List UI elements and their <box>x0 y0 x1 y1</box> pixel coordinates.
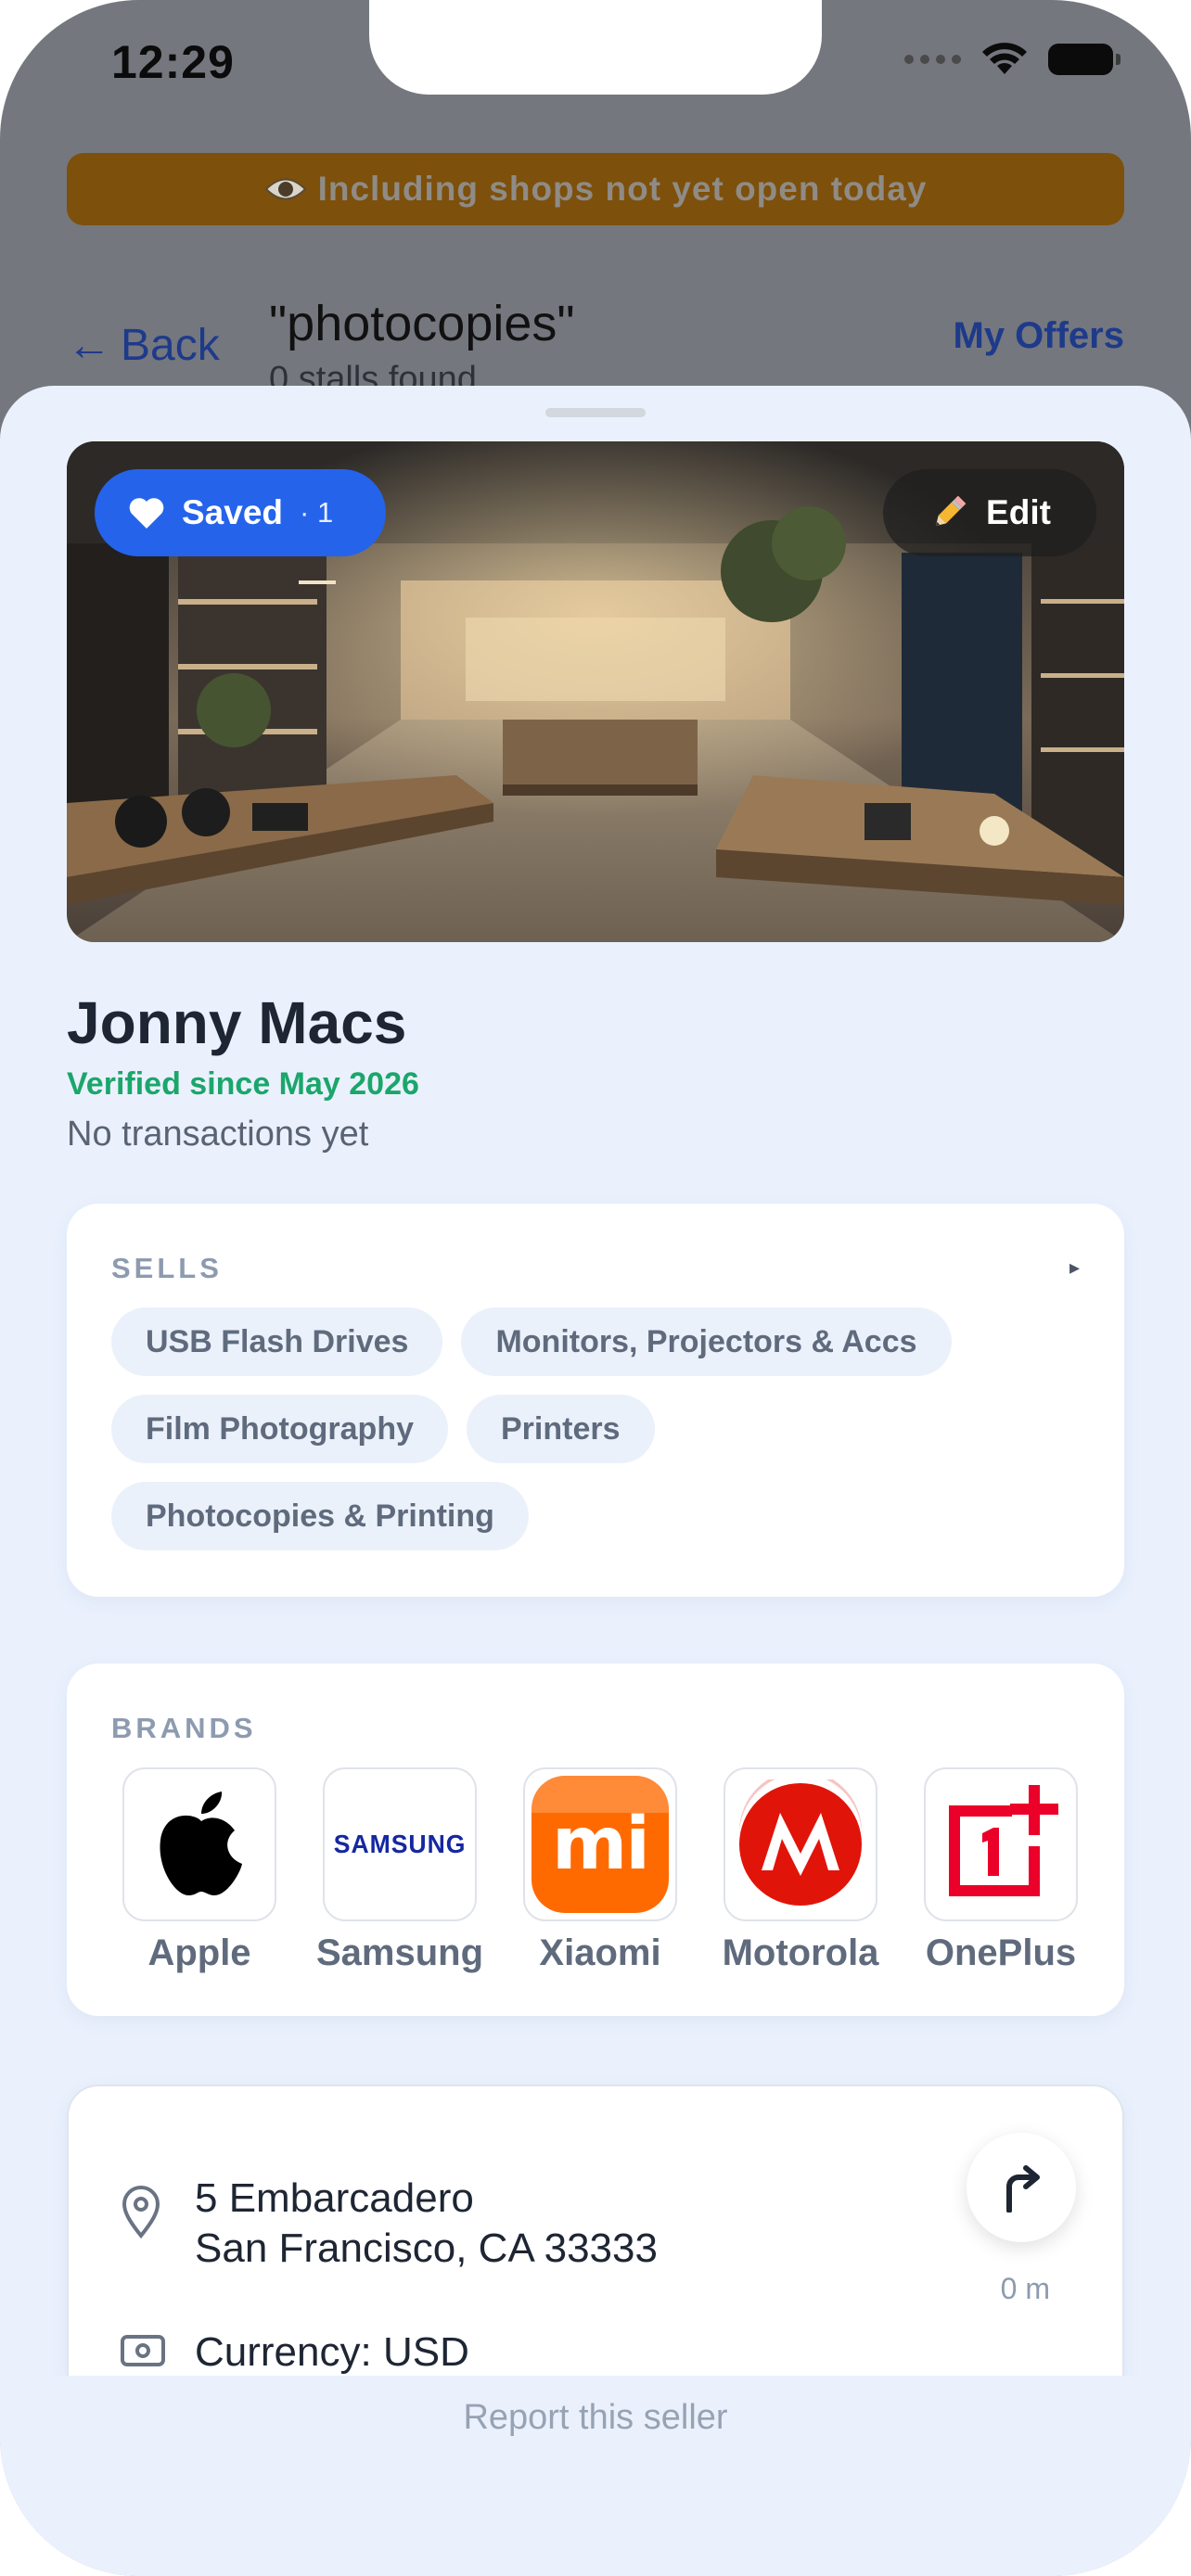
oneplus-logo-icon <box>924 1767 1078 1921</box>
verified-status: Verified since May 2026 <box>67 1066 419 1102</box>
category-chip[interactable]: USB Flash Drives <box>111 1307 443 1376</box>
directions-button[interactable] <box>967 2133 1076 2242</box>
turn-right-arrow-icon <box>1006 2165 1040 2213</box>
map-pin-icon <box>122 2186 160 2238</box>
brand-name: Samsung <box>315 1932 484 1973</box>
brands-label: BRANDS <box>111 1712 257 1744</box>
cash-icon <box>121 2335 165 2366</box>
sells-card[interactable]: SELLS ▸ USB Flash Drives Monitors, Proje… <box>67 1204 1124 1597</box>
battery-icon <box>1048 44 1121 75</box>
xiaomi-logo-text: mi <box>551 1803 650 1886</box>
status-time: 12:29 <box>111 36 235 88</box>
xiaomi-logo-icon: mi <box>523 1767 677 1921</box>
brand-name: Motorola <box>722 1932 879 1973</box>
brand-xiaomi[interactable]: mi Xiaomi <box>523 1767 677 1974</box>
shop-name: Jonny Macs <box>67 989 407 1056</box>
open-shops-banner: Including shops not yet open today <box>67 153 1124 225</box>
device-notch <box>369 0 822 95</box>
search-query-title: "photocopies" <box>269 296 575 351</box>
brand-motorola[interactable]: Motorola <box>722 1767 879 1974</box>
back-button[interactable]: ← Back <box>67 320 220 371</box>
expand-arrow-icon[interactable]: ▸ <box>1069 1256 1080 1280</box>
signal-icon <box>904 55 961 64</box>
brands-card: BRANDS Apple SAMSUNG Samsung mi Xiaomi M… <box>67 1664 1124 2016</box>
category-chips: USB Flash Drives Monitors, Projectors & … <box>111 1307 1080 1550</box>
phone-screen: 12:29 Including shops not yet open today… <box>0 0 1191 2576</box>
brand-apple[interactable]: Apple <box>122 1767 276 1974</box>
shop-photo: Saved · 1 Edit <box>67 441 1124 942</box>
transactions-status: No transactions yet <box>67 1115 369 1154</box>
category-chip[interactable]: Printers <box>467 1395 655 1463</box>
category-chip[interactable]: Monitors, Projectors & Accs <box>461 1307 952 1376</box>
brand-oneplus[interactable]: OnePlus <box>924 1767 1078 1974</box>
brand-name: Xiaomi <box>539 1932 661 1973</box>
brand-samsung[interactable]: SAMSUNG Samsung <box>316 1767 483 1974</box>
status-icons <box>904 43 1121 76</box>
brand-name: Apple <box>147 1932 251 1973</box>
sheet-grabber[interactable] <box>545 408 646 417</box>
address-line-2[interactable]: San Francisco, CA 33333 <box>195 2225 658 2272</box>
address-line-1[interactable]: 5 Embarcadero <box>195 2175 474 2222</box>
edit-button[interactable]: Edit <box>883 469 1096 556</box>
saved-button[interactable]: Saved · 1 <box>95 469 386 556</box>
shop-detail-sheet: Saved · 1 Edit Jonny Macs Verified since… <box>0 386 1191 2576</box>
report-seller-link[interactable]: Report this seller <box>0 2398 1191 2438</box>
eye-icon <box>264 178 306 200</box>
my-offers-link[interactable]: My Offers <box>954 315 1125 357</box>
saved-label: Saved <box>182 493 284 531</box>
samsung-logo-text: SAMSUNG <box>333 1830 467 1858</box>
wifi-icon <box>982 43 1027 74</box>
edit-label: Edit <box>986 493 1051 531</box>
brand-name: OnePlus <box>925 1932 1077 1973</box>
sells-label: SELLS <box>111 1252 223 1284</box>
apple-logo-icon <box>122 1767 276 1921</box>
heart-icon <box>129 498 164 529</box>
brands-list: Apple SAMSUNG Samsung mi Xiaomi Motorola… <box>122 1767 1078 1974</box>
distance-label: 0 m <box>1000 2272 1050 2305</box>
category-chip[interactable]: Film Photography <box>111 1395 448 1463</box>
currency-label: Currency: USD <box>195 2329 469 2375</box>
location-card: 5 Embarcadero San Francisco, CA 33333 0 … <box>67 2085 1124 2391</box>
saved-count: · 1 <box>300 496 334 529</box>
motorola-logo-icon <box>724 1767 877 1921</box>
arrow-left-icon: ← <box>67 321 111 370</box>
pencil-icon <box>935 495 967 527</box>
back-label: Back <box>121 321 220 370</box>
banner-text: Including shops not yet open today <box>317 170 928 208</box>
samsung-logo-icon: SAMSUNG <box>323 1767 477 1921</box>
category-chip[interactable]: Photocopies & Printing <box>111 1482 529 1550</box>
